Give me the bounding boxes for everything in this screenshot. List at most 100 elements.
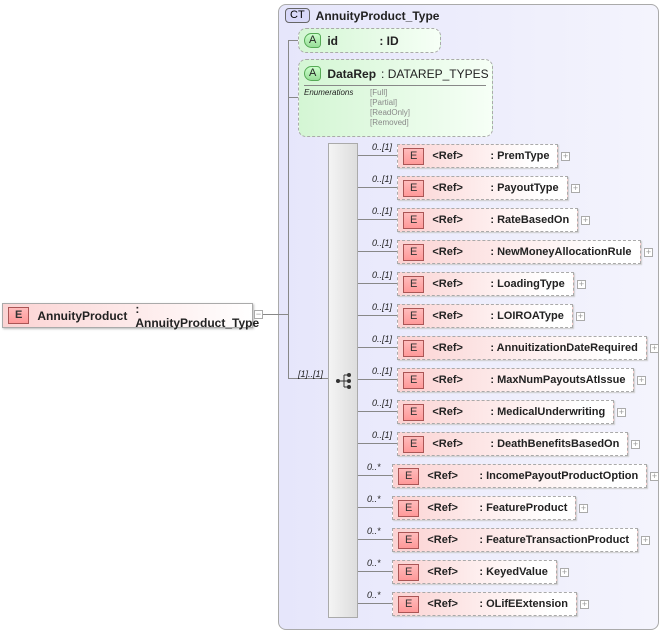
occurrence-label: 0..[1] bbox=[372, 142, 393, 152]
expand-button[interactable]: + bbox=[561, 152, 570, 161]
ref-label: <Ref> bbox=[432, 278, 463, 290]
child-element[interactable]: E <Ref> : PayoutType bbox=[397, 176, 568, 200]
attribute-badge: A bbox=[304, 33, 322, 48]
child-element[interactable]: E <Ref>: LOIROAType bbox=[397, 304, 573, 328]
attribute-type: : ID bbox=[379, 33, 399, 48]
element-name: : PayoutType bbox=[490, 182, 559, 194]
ref-label: <Ref> bbox=[432, 310, 463, 322]
ref-label: <Ref> bbox=[432, 374, 463, 386]
enumeration-value: [Partial] bbox=[370, 98, 398, 107]
child-element[interactable]: E <Ref> : FeatureTransactionProduct bbox=[392, 528, 639, 552]
element-badge: E bbox=[403, 339, 425, 357]
expand-button[interactable]: + bbox=[631, 440, 640, 449]
element-name: : IncomePayoutProductOption bbox=[479, 470, 639, 482]
expand-button[interactable]: + bbox=[644, 248, 653, 257]
element-name: : LoadingType bbox=[490, 278, 565, 290]
element-badge: E bbox=[398, 467, 420, 485]
ref-label: <Ref> bbox=[427, 502, 458, 514]
occurrence-label: 0..[1] bbox=[372, 302, 393, 312]
occurrence-label: 0..[1] bbox=[372, 238, 393, 248]
occurrence-label: 0..* bbox=[367, 526, 381, 536]
occurrence-label: 0..[1] bbox=[372, 334, 393, 344]
child-element[interactable]: E <Ref> : MedicalUnderwriting bbox=[397, 400, 615, 424]
element-name: : FeatureProduct bbox=[479, 502, 568, 514]
ref-label: <Ref> bbox=[427, 566, 458, 578]
attribute-type: : DATAREP_TYPES bbox=[381, 66, 489, 81]
root-element-type: : AnnuityProduct_Type bbox=[135, 301, 260, 330]
element-badge: E bbox=[398, 531, 420, 549]
element-badge: E bbox=[403, 403, 425, 421]
expand-button[interactable]: + bbox=[581, 216, 590, 225]
child-element[interactable]: E <Ref> : LoadingType bbox=[397, 272, 574, 296]
child-element[interactable]: E <Ref>: OLifEExtension bbox=[392, 592, 577, 616]
enumerations-label: Enumerations bbox=[304, 88, 354, 97]
ref-label: <Ref> bbox=[427, 534, 458, 546]
element-badge: E bbox=[398, 595, 420, 613]
element-badge: E bbox=[403, 371, 425, 389]
child-element[interactable]: E <Ref> : KeyedValue bbox=[392, 560, 557, 584]
expand-button[interactable]: + bbox=[637, 376, 646, 385]
element-badge: E bbox=[8, 307, 30, 324]
ref-label: <Ref> bbox=[432, 406, 463, 418]
occurrence-label: 0..[1] bbox=[372, 174, 393, 184]
expand-button[interactable]: + bbox=[576, 312, 585, 321]
element-badge: E bbox=[403, 243, 425, 261]
attribute-badge: A bbox=[304, 66, 322, 81]
ref-label: <Ref> bbox=[427, 470, 458, 482]
ref-label: <Ref> bbox=[432, 342, 463, 354]
element-badge: E bbox=[398, 563, 420, 581]
element-badge: E bbox=[403, 179, 425, 197]
expand-button[interactable]: + bbox=[577, 280, 586, 289]
element-badge: E bbox=[403, 435, 425, 453]
expand-button[interactable]: + bbox=[650, 344, 659, 353]
collapse-button[interactable]: − bbox=[254, 310, 263, 319]
element-name: : MaxNumPayoutsAtIssue bbox=[490, 374, 626, 386]
expand-button[interactable]: + bbox=[571, 184, 580, 193]
sequence-compositor[interactable] bbox=[328, 143, 358, 618]
root-element-name: AnnuityProduct bbox=[37, 308, 128, 323]
expand-button[interactable]: + bbox=[580, 600, 589, 609]
enumeration-value: [Full] bbox=[370, 88, 388, 97]
root-element[interactable]: E AnnuityProduct : AnnuityProduct_Type bbox=[2, 302, 259, 330]
ref-label: <Ref> bbox=[432, 182, 463, 194]
occurrence-label: 0..* bbox=[367, 494, 381, 504]
child-element[interactable]: E <Ref> : AnnuitizationDateRequired bbox=[397, 336, 647, 360]
element-name: : OLifEExtension bbox=[479, 598, 568, 610]
child-element[interactable]: E <Ref>: RateBasedOn bbox=[397, 208, 579, 232]
enumeration-value: [ReadOnly] bbox=[370, 108, 411, 117]
child-element[interactable]: E <Ref> : FeatureProduct bbox=[392, 496, 577, 520]
element-badge: E bbox=[403, 275, 425, 293]
child-element[interactable]: E <Ref> : IncomePayoutProductOption bbox=[392, 464, 648, 488]
expand-button[interactable]: + bbox=[579, 504, 588, 513]
occurrence-label: 0..[1] bbox=[372, 430, 393, 440]
sequence-occurrence: [1]..[1] bbox=[298, 369, 324, 379]
element-name: : PremType bbox=[490, 150, 550, 162]
expand-button[interactable]: + bbox=[641, 536, 650, 545]
child-element[interactable]: E <Ref> : MaxNumPayoutsAtIssue bbox=[397, 368, 635, 392]
attribute-name: id bbox=[327, 33, 339, 48]
element-name: : FeatureTransactionProduct bbox=[479, 534, 630, 546]
element-badge: E bbox=[403, 147, 425, 165]
expand-button[interactable]: + bbox=[560, 568, 569, 577]
element-name: : RateBasedOn bbox=[490, 214, 570, 226]
ref-label: <Ref> bbox=[432, 438, 463, 450]
ref-label: <Ref> bbox=[432, 214, 463, 226]
attribute-id[interactable]: A id : ID bbox=[298, 28, 441, 53]
element-badge: E bbox=[398, 499, 420, 517]
attribute-datarep[interactable]: A DataRep : DATAREP_TYPES Enumerations [… bbox=[298, 59, 493, 137]
child-element[interactable]: E <Ref>: DeathBenefitsBasedOn bbox=[397, 432, 629, 456]
occurrence-label: 0..[1] bbox=[372, 366, 393, 376]
element-name: : KeyedValue bbox=[479, 566, 548, 578]
element-name: : AnnuitizationDateRequired bbox=[490, 342, 638, 354]
complex-type-badge: CT bbox=[285, 8, 310, 23]
element-name: : NewMoneyAllocationRule bbox=[490, 246, 632, 258]
child-element[interactable]: E <Ref>: NewMoneyAllocationRule bbox=[397, 240, 641, 264]
enumeration-value: [Removed] bbox=[370, 118, 409, 127]
occurrence-label: 0..[1] bbox=[372, 270, 393, 280]
child-element[interactable]: E <Ref>: PremType bbox=[397, 144, 559, 168]
occurrence-label: 0..[1] bbox=[372, 206, 393, 216]
element-name: : MedicalUnderwriting bbox=[490, 406, 606, 418]
expand-button[interactable]: + bbox=[617, 408, 626, 417]
expand-button[interactable]: + bbox=[650, 472, 659, 481]
occurrence-label: 0..* bbox=[367, 558, 381, 568]
